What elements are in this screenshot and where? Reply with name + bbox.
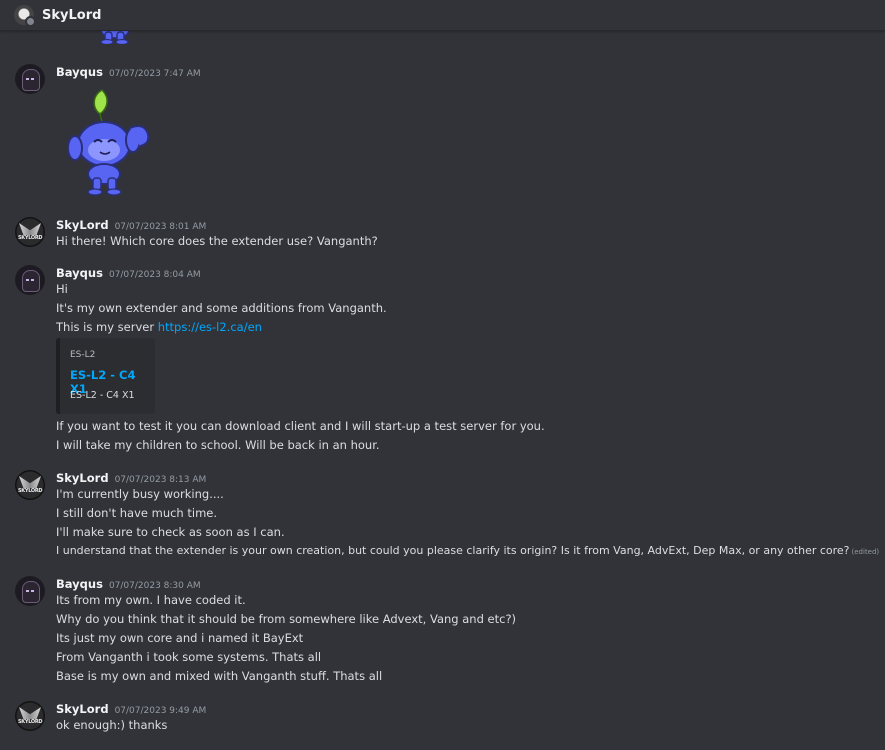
message-text: Its from my own. I have coded it. [56, 593, 246, 607]
message-author[interactable]: Bayqus 07/07/2023 8:04 AM [56, 266, 201, 280]
channel-header: SkyLord [0, 0, 885, 31]
message-text: I understand that the extender is your o… [56, 544, 880, 557]
message-author[interactable]: SkyLord 07/07/2023 8:01 AM [56, 218, 206, 232]
message-text: If you want to test it you can download … [56, 419, 545, 433]
message-text: ok enough:) thanks [56, 718, 168, 732]
skylord-avatar[interactable]: SKYLORD [15, 217, 45, 247]
message-text: Base is my own and mixed with Vanganth s… [56, 669, 383, 683]
message-timestamp: 07/07/2023 7:47 AM [108, 69, 201, 79]
message-author[interactable]: SkyLord 07/07/2023 8:13 AM [56, 471, 206, 485]
message-text: Its just my own core and i named it BayE… [56, 631, 304, 645]
skylord-avatar[interactable]: SKYLORD [15, 701, 45, 731]
message-text: Hi there! Which core does the extender u… [56, 234, 378, 248]
message-timestamp: 07/07/2023 8:30 AM [108, 581, 201, 591]
message-timestamp: 07/07/2023 9:49 AM [114, 706, 207, 716]
message-author[interactable]: Bayqus 07/07/2023 7:47 AM [56, 65, 201, 79]
message-text: From Vanganth i took some systems. Thats… [56, 650, 322, 664]
message-text: I still don't have much time. [56, 506, 218, 520]
message-author[interactable]: SkyLord 07/07/2023 9:49 AM [56, 702, 206, 716]
status-offline-icon [25, 16, 36, 27]
bayqus-avatar[interactable] [15, 576, 45, 606]
message-text: Hi [56, 282, 68, 296]
channel-title: SkyLord [42, 7, 102, 23]
embed-provider: ES-L2 [70, 350, 96, 360]
edited-label: (edited) [851, 548, 880, 556]
message-author[interactable]: Bayqus 07/07/2023 8:30 AM [56, 577, 201, 591]
message-timestamp: 07/07/2023 8:04 AM [108, 270, 201, 280]
message-text: Why do you think that it should be from … [56, 612, 517, 626]
wumpus-sprout-wave-sticker[interactable] [64, 86, 158, 198]
message-text: It's my own extender and some additions … [56, 301, 387, 315]
header-avatar[interactable] [14, 5, 36, 27]
message-timestamp: 07/07/2023 8:01 AM [114, 222, 207, 232]
message-text: I'm currently busy working.... [56, 487, 224, 501]
bayqus-avatar[interactable] [15, 64, 45, 94]
bayqus-avatar[interactable] [15, 265, 45, 295]
message-text: This is my server https://es-l2.ca/en [56, 320, 262, 334]
embed-description: ES-L2 - C4 X1 [70, 390, 135, 401]
skylord-avatar[interactable]: SKYLORD [15, 470, 45, 500]
server-link[interactable]: https://es-l2.ca/en [158, 320, 262, 334]
message-text: I'll make sure to check as soon as I can… [56, 525, 285, 539]
link-embed: ES-L2 ES-L2 - C4 X1 ES-L2 - C4 X1 [56, 338, 155, 414]
message-text: I will take my children to school. Will … [56, 438, 380, 452]
message-timestamp: 07/07/2023 8:13 AM [114, 475, 207, 485]
